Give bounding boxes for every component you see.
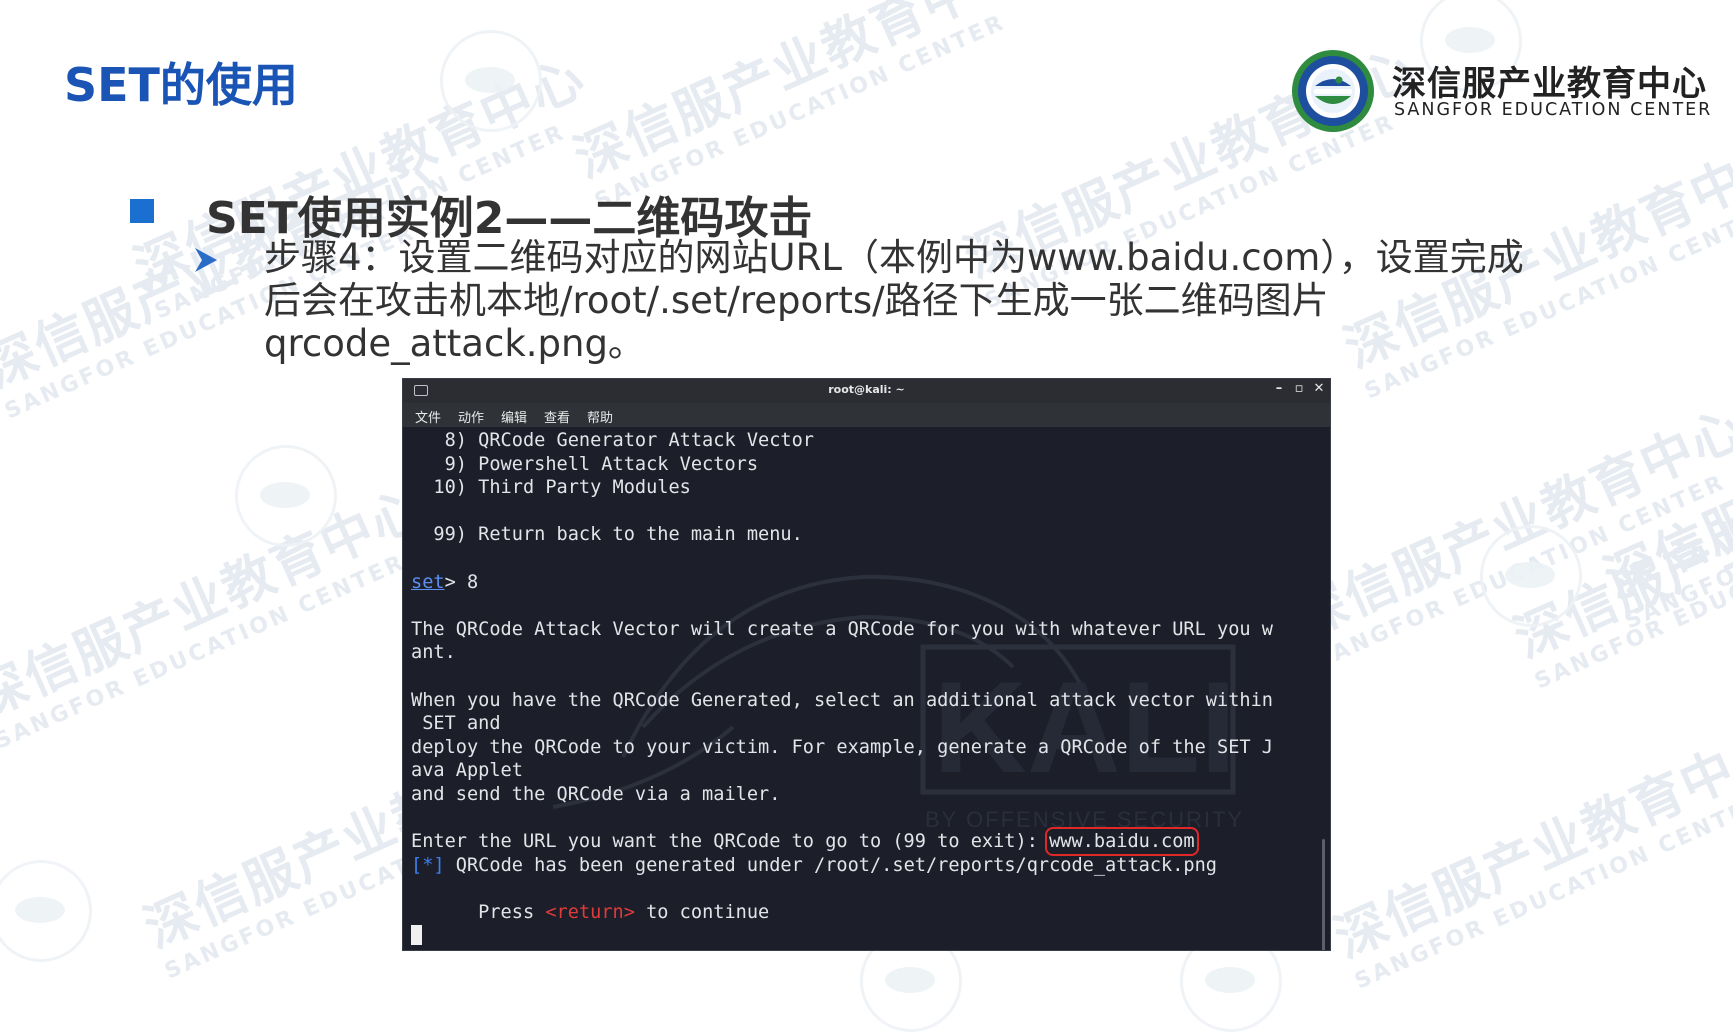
menu-view[interactable]: 查看 <box>544 407 570 426</box>
watermark-logo-icon <box>235 445 337 547</box>
terminal-line: When you have the QRCode Generated, sele… <box>411 689 1273 711</box>
result-line: [*] QRCode has been generated under /roo… <box>411 854 1273 878</box>
menu-file[interactable]: 文件 <box>415 407 441 426</box>
brand-name-cn: 深信服产业教育中心 <box>1392 64 1707 104</box>
cursor-line <box>411 924 1273 948</box>
url-prompt-text: Enter the URL you want the QRCode to go … <box>411 831 1050 853</box>
terminal-line: 99) Return back to the main menu. <box>411 524 803 546</box>
menu-edit[interactable]: 编辑 <box>501 407 527 426</box>
watermark-text: 深信服产业教育中心SANGFOR EDUCATION CENTER <box>0 477 435 755</box>
step-description: 步骤4：设置二维码对应的网站URL（本例中为www.baidu.com），设置完… <box>264 236 1524 365</box>
result-marker: [*] <box>411 854 445 876</box>
terminal-cursor[interactable] <box>411 925 422 946</box>
url-prompt-line: Enter the URL you want the QRCode to go … <box>411 827 1273 857</box>
terminal-line: 9) Powershell Attack Vectors <box>411 453 759 475</box>
return-key-label: <return> <box>545 901 635 923</box>
terminal-title: root@kali: ~ <box>828 383 905 396</box>
press-prefix: Press <box>411 901 546 923</box>
maximize-button[interactable]: ▫ <box>1290 381 1308 396</box>
terminal-output: 8) QRCode Generator Attack Vector 9) Pow… <box>411 429 1273 948</box>
menu-action[interactable]: 动作 <box>458 407 484 426</box>
terminal-scrollbar[interactable] <box>1322 839 1325 950</box>
terminal-line: deploy the QRCode to your victim. For ex… <box>411 736 1273 758</box>
brand-header: 深信服产业教育中心 SANGFOR EDUCATION CENTER <box>1290 48 1710 138</box>
page-title: SET的使用 <box>64 58 298 112</box>
terminal-window[interactable]: root@kali: ~ – ▫ ✕ 文件 动作 编辑 查看 帮助 KALI B… <box>402 378 1331 951</box>
url-input-value[interactable]: www.baidu.com <box>1045 827 1199 857</box>
terminal-menubar: 文件 动作 编辑 查看 帮助 <box>403 403 1330 427</box>
terminal-line: ava Applet <box>411 760 523 782</box>
terminal-line: and send the QRCode via a mailer. <box>411 783 781 805</box>
set-prompt-input: > 8 <box>444 571 479 593</box>
menu-help[interactable]: 帮助 <box>587 407 613 426</box>
terminal-line: SET and <box>411 713 501 735</box>
watermark-logo-icon <box>440 30 542 132</box>
result-text: QRCode has been generated under /root/.s… <box>444 854 1218 876</box>
brand-name-en: SANGFOR EDUCATION CENTER <box>1394 100 1713 120</box>
terminal-line: 10) Third Party Modules <box>411 477 691 499</box>
set-prompt-label: set <box>411 571 445 593</box>
terminal-line: 8) QRCode Generator Attack Vector <box>411 430 814 451</box>
sangfor-education-logo-icon <box>1292 50 1374 132</box>
terminal-body[interactable]: KALI BY OFFENSIVE SECURITY 8) QRCode Gen… <box>403 427 1330 950</box>
minimize-button[interactable]: – <box>1270 381 1288 396</box>
watermark-text: 深信服产业教育中心SANGFOR EDUCATION CENTER <box>1325 717 1733 995</box>
square-bullet-icon <box>130 199 154 223</box>
terminal-titlebar[interactable]: root@kali: ~ – ▫ ✕ <box>403 379 1330 403</box>
terminal-line: The QRCode Attack Vector will create a Q… <box>411 618 1273 640</box>
set-prompt-line: set> 8 <box>411 571 1273 595</box>
watermark-logo-icon <box>1480 525 1582 627</box>
watermark-text: 深信服产业教育中心SANGFOR EDUCATION CENTER <box>1595 357 1733 635</box>
close-button[interactable]: ✕ <box>1310 381 1328 396</box>
press-continue-line: Press <return> to continue <box>411 901 1273 925</box>
arrow-bullet-icon <box>195 248 217 272</box>
press-suffix: to continue <box>634 901 770 923</box>
terminal-line: ant. <box>411 642 456 664</box>
watermark-logo-icon <box>0 860 92 962</box>
